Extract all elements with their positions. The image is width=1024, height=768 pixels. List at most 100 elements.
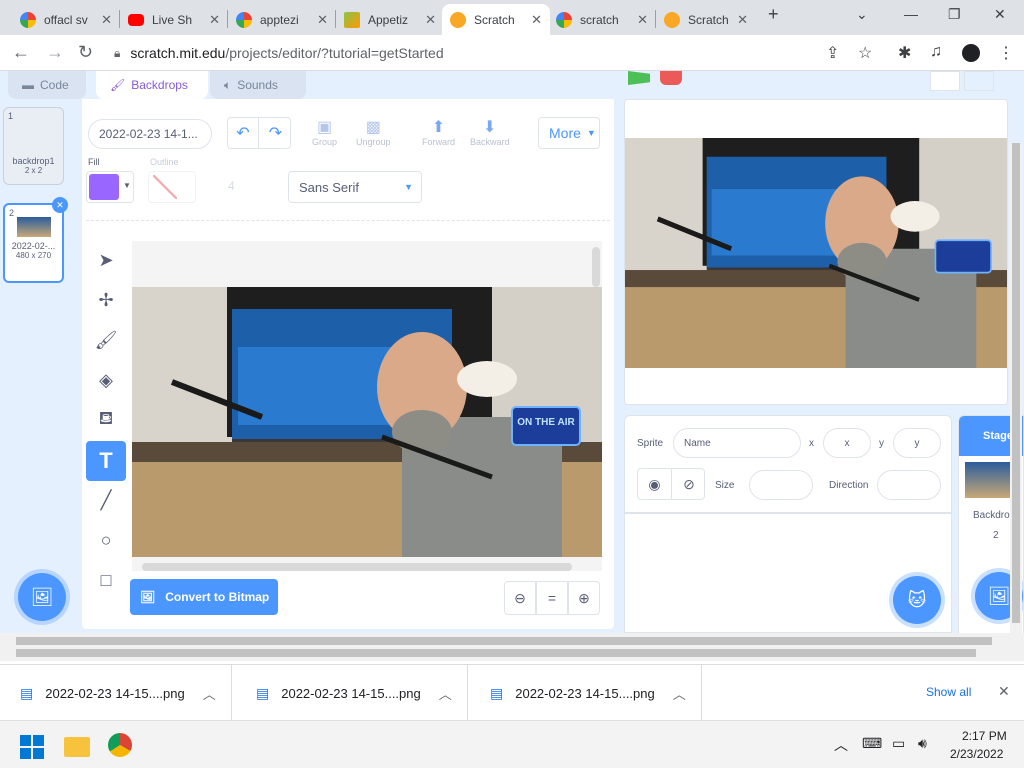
download-item[interactable]: ▤ 2022-02-23 14-15....png ︿ bbox=[0, 665, 232, 721]
rectangle-tool[interactable]: □ bbox=[86, 560, 126, 600]
chevron-up-icon[interactable]: ︿ bbox=[673, 684, 686, 703]
eraser-tool[interactable]: ◈ bbox=[86, 360, 126, 400]
redo-icon[interactable]: ↷ bbox=[260, 118, 291, 148]
costume-name-input[interactable]: 2022-02-23 14-1... bbox=[88, 119, 212, 149]
circle-tool[interactable]: ○ bbox=[86, 520, 126, 560]
tab-sounds[interactable]: 🔈︎ Sounds bbox=[210, 71, 306, 99]
close-tab-icon[interactable]: ✕ bbox=[531, 12, 542, 28]
select-tool[interactable]: ➤ bbox=[86, 240, 126, 280]
green-flag-icon[interactable] bbox=[628, 71, 650, 85]
stop-icon[interactable] bbox=[660, 71, 682, 85]
volume-icon[interactable]: 🔊︎ bbox=[918, 735, 927, 752]
close-tab-icon[interactable]: ✕ bbox=[317, 12, 328, 28]
text-tool[interactable]: T bbox=[86, 441, 126, 481]
stage[interactable] bbox=[624, 99, 1008, 405]
bookmark-star-icon[interactable]: ☆ bbox=[858, 43, 872, 63]
keyboard-icon[interactable]: ⌨ bbox=[862, 735, 882, 752]
page-scrollbar-thumb[interactable] bbox=[16, 637, 992, 645]
reshape-tool[interactable]: ✢ bbox=[86, 280, 126, 320]
close-window-icon[interactable]: ✕ bbox=[994, 6, 1006, 23]
chevron-up-icon[interactable]: ︿ bbox=[439, 684, 452, 703]
zoom-out-button[interactable]: ⊖ bbox=[504, 581, 536, 615]
profile-avatar-icon[interactable] bbox=[962, 44, 980, 62]
media-control-icon[interactable]: ♫ bbox=[930, 43, 942, 61]
minimize-icon[interactable]: — bbox=[904, 6, 918, 22]
tab-backdrops[interactable]: 🖌︎ Backdrops bbox=[96, 71, 208, 99]
restore-icon[interactable]: ❐ bbox=[948, 6, 961, 23]
choose-backdrop-button[interactable]: 🖼︎ bbox=[18, 573, 66, 621]
close-shelf-icon[interactable]: ✕ bbox=[998, 683, 1010, 700]
delete-icon[interactable]: ✕ bbox=[52, 197, 68, 213]
chevron-up-icon[interactable]: ︿ bbox=[834, 735, 848, 755]
brush-tool[interactable]: 🖌︎ bbox=[86, 320, 126, 360]
canvas-horizontal-scrollbar[interactable] bbox=[142, 563, 572, 571]
windows-start-icon[interactable] bbox=[20, 735, 44, 759]
close-tab-icon[interactable]: ✕ bbox=[637, 12, 648, 28]
address-bar[interactable]: 🔒︎ scratch.mit.edu/projects/editor/?tuto… bbox=[104, 39, 884, 67]
font-select[interactable]: Sans Serif ▼ bbox=[288, 171, 422, 203]
close-tab-icon[interactable]: ✕ bbox=[101, 12, 112, 28]
browser-tab[interactable]: offacl sv ✕ bbox=[12, 4, 120, 35]
small-stage-button[interactable] bbox=[930, 71, 960, 91]
paint-canvas[interactable]: ON THE AIR bbox=[132, 241, 602, 571]
outline-color-picker[interactable] bbox=[148, 171, 196, 203]
clock-date[interactable]: 2/23/2022 bbox=[950, 747, 1003, 761]
extensions-icon[interactable]: ✱ bbox=[898, 43, 911, 63]
choose-sprite-button[interactable]: 🐱︎ bbox=[893, 576, 941, 624]
download-item[interactable]: ▤ 2022-02-23 14-15....png ︿ bbox=[470, 665, 702, 721]
browser-tab[interactable]: Appetiz ✕ bbox=[336, 4, 444, 35]
menu-kebab-icon[interactable]: ⋮ bbox=[998, 43, 1014, 63]
back-icon[interactable]: ← bbox=[12, 42, 30, 63]
group-button[interactable]: ▣ Group bbox=[312, 117, 337, 147]
browser-tab[interactable]: Live Sh ✕ bbox=[120, 4, 228, 35]
fill-color-picker[interactable]: ▼ bbox=[86, 171, 134, 203]
browser-tab-active[interactable]: Scratch ✕ bbox=[442, 4, 550, 35]
size-input[interactable] bbox=[749, 470, 813, 500]
fill-tool[interactable]: ⛾ bbox=[86, 400, 126, 440]
line-tool[interactable]: ╱ bbox=[86, 480, 126, 520]
rectangle-icon: □ bbox=[100, 569, 112, 590]
clock-time[interactable]: 2:17 PM bbox=[962, 729, 1007, 743]
tab-code[interactable]: ▬ Code bbox=[8, 71, 86, 99]
close-tab-icon[interactable]: ✕ bbox=[209, 12, 220, 28]
page-vertical-scrollbar-thumb[interactable] bbox=[1012, 143, 1020, 623]
eye-slash-icon[interactable]: ⊘ bbox=[672, 469, 706, 499]
forward-button[interactable]: ⬆ Forward bbox=[422, 117, 455, 147]
undo-icon[interactable]: ↶ bbox=[228, 118, 259, 148]
zoom-in-button[interactable]: ⊕ bbox=[568, 581, 600, 615]
browser-tab[interactable]: scratch ✕ bbox=[548, 4, 656, 35]
direction-input[interactable] bbox=[877, 470, 941, 500]
more-button[interactable]: More ▼ bbox=[538, 117, 600, 149]
x-input[interactable]: x bbox=[823, 428, 871, 458]
backdrop-item[interactable]: 1 backdrop1 2 x 2 bbox=[3, 107, 64, 185]
share-icon[interactable]: ⇪ bbox=[826, 43, 839, 63]
zoom-reset-button[interactable]: = bbox=[536, 581, 568, 615]
network-icon[interactable]: ▭ bbox=[892, 735, 905, 752]
y-input[interactable]: y bbox=[893, 428, 941, 458]
canvas-vertical-scrollbar[interactable] bbox=[592, 247, 600, 287]
browser-tab[interactable]: Scratch ✕ bbox=[656, 4, 756, 35]
tab-title: Scratch bbox=[688, 12, 729, 27]
download-item[interactable]: ▤ 2022-02-23 14-15....png ︿ bbox=[236, 665, 468, 721]
page-scrollbar-track bbox=[0, 633, 1024, 661]
convert-to-bitmap-button[interactable]: 🖼︎ Convert to Bitmap bbox=[130, 579, 278, 615]
tab-search-icon[interactable]: ⌄ bbox=[856, 6, 868, 23]
eye-icon[interactable]: ◉ bbox=[638, 469, 672, 499]
backdrop-item-selected[interactable]: 2 2022-02-... 480 x 270 ✕ bbox=[3, 197, 68, 283]
forward-icon[interactable]: → bbox=[46, 42, 64, 63]
ungroup-button[interactable]: ▩ Ungroup bbox=[356, 117, 391, 147]
chevron-up-icon[interactable]: ︿ bbox=[203, 684, 216, 703]
chrome-icon[interactable] bbox=[108, 733, 132, 757]
large-stage-button[interactable] bbox=[964, 71, 994, 91]
file-explorer-icon[interactable] bbox=[64, 737, 90, 757]
backward-button[interactable]: ⬇ Backward bbox=[470, 117, 510, 147]
reload-icon[interactable]: ↻ bbox=[78, 42, 93, 63]
browser-tab[interactable]: apptezi ✕ bbox=[228, 4, 336, 35]
sprite-name-input[interactable]: Name bbox=[673, 428, 801, 458]
new-tab-icon[interactable]: + bbox=[768, 4, 779, 25]
outline-size-input[interactable]: 4 bbox=[228, 179, 235, 193]
page-scrollbar-thumb-2[interactable] bbox=[16, 649, 976, 657]
show-all-link[interactable]: Show all bbox=[926, 685, 971, 699]
close-tab-icon[interactable]: ✕ bbox=[737, 12, 748, 28]
close-tab-icon[interactable]: ✕ bbox=[425, 12, 436, 28]
